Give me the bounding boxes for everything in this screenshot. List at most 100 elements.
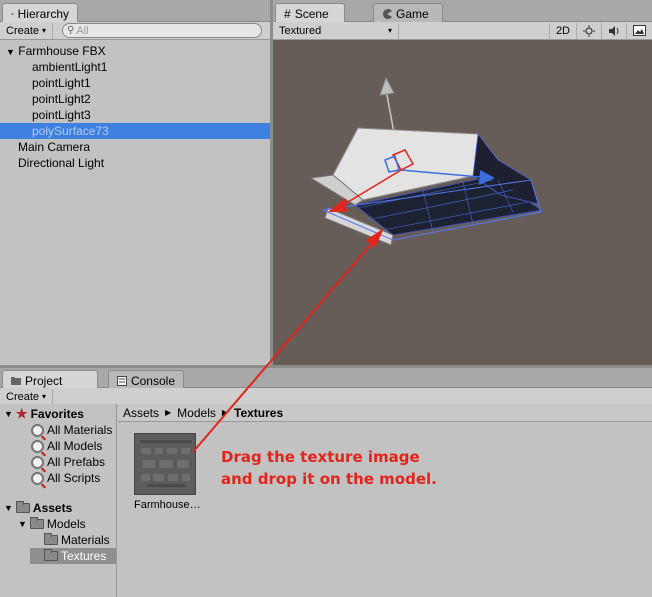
tab-project-label: Project xyxy=(25,374,63,388)
list-icon xyxy=(11,12,14,15)
tab-game-label: Game xyxy=(396,7,429,21)
folder-icon xyxy=(44,549,58,561)
search-icon: ⚲ xyxy=(67,25,75,36)
farmhouse-model[interactable] xyxy=(273,40,652,365)
folder-label: Textures xyxy=(61,549,107,563)
hierarchy-tree: ▼ Farmhouse FBX ambientLight1 pointLight… xyxy=(0,41,270,365)
breadcrumb-textures[interactable]: Textures xyxy=(234,406,283,420)
expand-arrow-icon: ▼ xyxy=(18,519,27,529)
annotation-line-2: and drop it on the model. xyxy=(221,470,437,488)
favorite-all-scripts[interactable]: All Scripts xyxy=(31,470,100,486)
tree-item-directional-light[interactable]: Directional Light xyxy=(0,155,270,171)
favorites-label: Favorites xyxy=(30,407,84,421)
instruction-annotation: Drag the texture image and drop it on th… xyxy=(221,446,437,490)
folder-textures[interactable]: Textures xyxy=(30,548,116,564)
folder-label: Models xyxy=(46,517,86,531)
tree-item-polysurface73[interactable]: polySurface73 xyxy=(0,123,270,139)
search-icon xyxy=(31,423,44,437)
create-button[interactable]: Create ▾ xyxy=(0,22,54,39)
breadcrumb-models[interactable]: Models xyxy=(177,406,216,420)
create-button-label: Create xyxy=(6,390,40,403)
favorite-label: All Prefabs xyxy=(47,455,106,469)
tree-item-farmhouse[interactable]: ▼ Farmhouse FBX xyxy=(0,43,270,59)
favorite-all-prefabs[interactable]: All Prefabs xyxy=(31,454,105,470)
chevron-down-icon: ▾ xyxy=(387,26,392,35)
tree-item-label: Directional Light xyxy=(18,156,105,170)
tree-item-label: Farmhouse FBX xyxy=(18,44,106,58)
tab-hierarchy[interactable]: Hierarchy xyxy=(2,3,78,22)
folder-models[interactable]: ▼ Models xyxy=(18,516,86,532)
hierarchy-panel: Hierarchy Create ▾ ⚲ All ▼ Farmhouse FBX… xyxy=(0,0,270,365)
assets-label: Assets xyxy=(32,501,73,515)
image-effects-icon[interactable] xyxy=(627,23,652,39)
scene-viewport[interactable] xyxy=(273,40,652,365)
favorites-header[interactable]: ▼ ★ Favorites xyxy=(4,406,84,422)
hierarchy-tabbar: Hierarchy xyxy=(0,0,270,22)
annotation-line-1: Drag the texture image xyxy=(221,448,420,466)
expand-arrow-icon: ▼ xyxy=(4,409,13,419)
tree-item-label: pointLight2 xyxy=(32,92,91,106)
tab-console[interactable]: Console xyxy=(108,370,184,389)
hierarchy-toolbar: Create ▾ ⚲ All xyxy=(0,22,270,40)
tree-item-label: polySurface73 xyxy=(32,124,109,138)
asset-caption: Farmhouse… xyxy=(134,499,201,511)
assets-header[interactable]: ▼ Assets xyxy=(4,500,72,516)
create-button[interactable]: Create ▾ xyxy=(0,388,54,405)
favorite-all-models[interactable]: All Models xyxy=(31,438,102,454)
chevron-down-icon: ▾ xyxy=(42,26,47,35)
scene-toolbar: Textured ▾ 2D xyxy=(273,22,652,40)
search-icon xyxy=(31,471,44,485)
tab-project[interactable]: Project xyxy=(2,370,98,389)
render-mode-dropdown[interactable]: Textured ▾ xyxy=(273,22,399,39)
tab-hierarchy-label: Hierarchy xyxy=(17,7,69,21)
render-mode-label: Textured xyxy=(279,24,322,37)
tab-console-label: Console xyxy=(130,374,175,388)
tree-item-label: pointLight1 xyxy=(32,76,91,90)
folder-materials[interactable]: Materials xyxy=(44,532,110,548)
breadcrumb: Assets ▶ Models ▶ Textures xyxy=(118,404,652,422)
texture-thumbnail[interactable] xyxy=(134,433,196,495)
search-input[interactable]: ⚲ All xyxy=(62,23,262,38)
tab-scene[interactable]: # Scene xyxy=(275,3,345,22)
tree-item-label: ambientLight1 xyxy=(32,60,108,74)
project-tabbar: Project Console xyxy=(0,368,652,389)
project-folder-tree: ▼ ★ Favorites All Materials All Models A… xyxy=(0,404,117,597)
toggle-2d-label: 2D xyxy=(555,24,570,37)
sun-icon[interactable] xyxy=(577,22,602,39)
expand-arrow-icon: ▼ xyxy=(6,47,15,57)
tree-item-main-camera[interactable]: Main Camera xyxy=(0,139,270,155)
console-icon xyxy=(117,376,127,386)
audio-icon[interactable] xyxy=(602,22,627,39)
chevron-right-icon: ▶ xyxy=(165,408,172,417)
tree-item-label: pointLight3 xyxy=(32,108,91,122)
tree-item-pointlight3[interactable]: pointLight3 xyxy=(0,107,270,123)
scene-tabbar: # Scene Game xyxy=(273,0,652,22)
folder-icon xyxy=(44,533,58,545)
search-icon xyxy=(31,439,44,453)
grid-icon: # xyxy=(284,7,291,21)
pacman-icon xyxy=(383,9,392,19)
favorite-label: All Scripts xyxy=(47,471,101,485)
expand-arrow-icon: ▼ xyxy=(4,503,13,513)
search-icon xyxy=(31,455,44,469)
favorite-label: All Models xyxy=(47,439,103,453)
create-button-label: Create xyxy=(6,24,40,37)
chevron-right-icon: ▶ xyxy=(221,408,229,417)
folder-icon xyxy=(15,501,30,513)
breadcrumb-assets[interactable]: Assets xyxy=(123,406,159,420)
favorite-label: All Materials xyxy=(47,423,113,437)
chevron-down-icon: ▾ xyxy=(42,392,47,401)
tree-item-ambientlight1[interactable]: ambientLight1 xyxy=(0,59,270,75)
tab-scene-label: Scene xyxy=(294,7,329,21)
folder-icon xyxy=(29,517,44,529)
texture-preview-image xyxy=(135,434,195,494)
tree-item-pointlight2[interactable]: pointLight2 xyxy=(0,91,270,107)
toggle-2d-button[interactable]: 2D xyxy=(548,22,577,39)
tree-item-pointlight1[interactable]: pointLight1 xyxy=(0,75,270,91)
star-icon: ★ xyxy=(15,406,28,421)
search-placeholder: All xyxy=(76,24,89,37)
favorite-all-materials[interactable]: All Materials xyxy=(31,422,112,438)
folder-label: Materials xyxy=(61,533,110,547)
folder-icon xyxy=(11,377,21,385)
tab-game[interactable]: Game xyxy=(373,3,443,22)
